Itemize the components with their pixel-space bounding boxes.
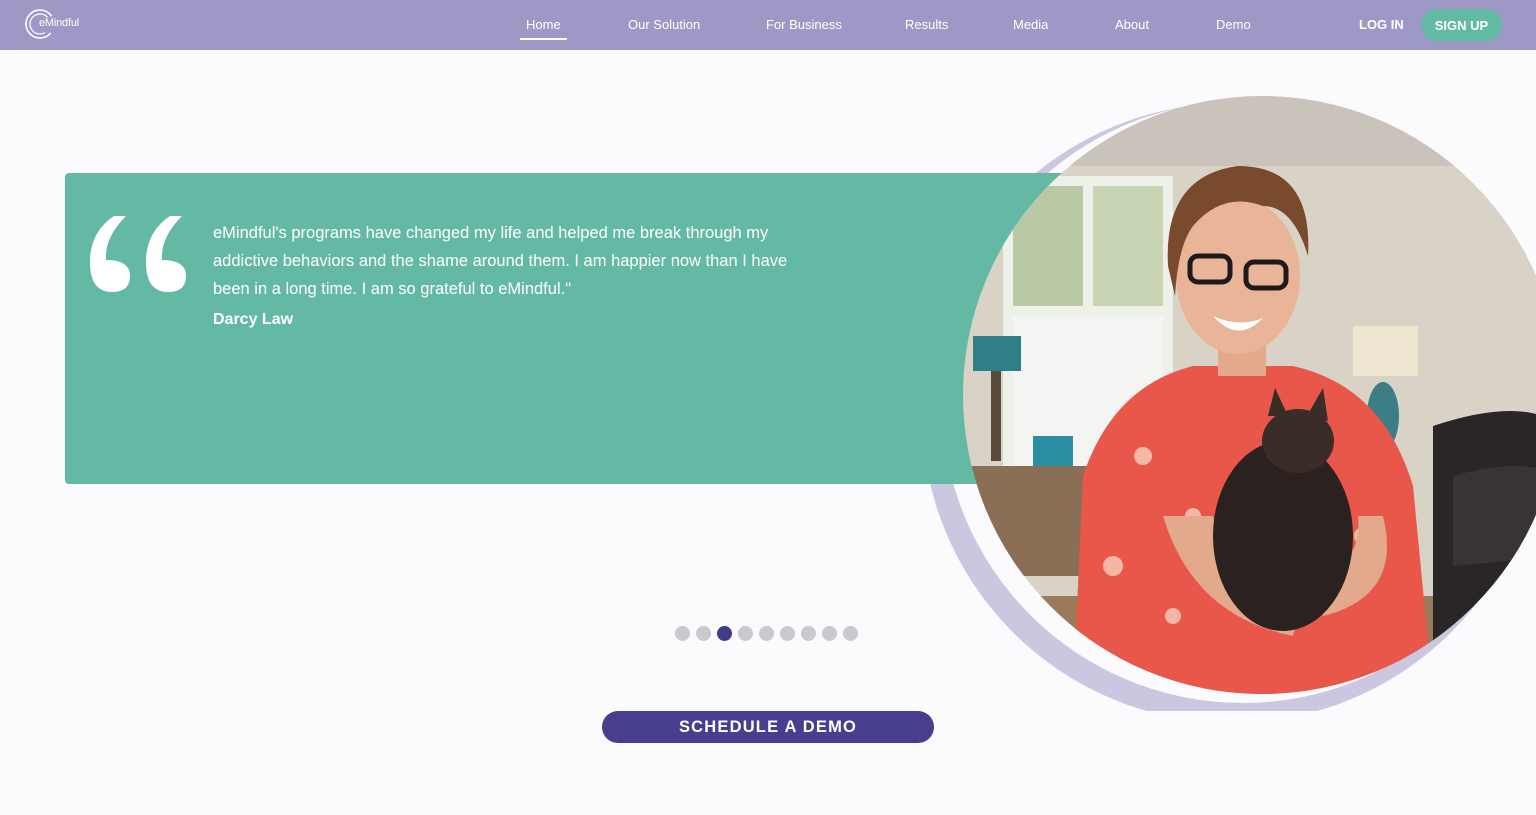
photo-illustration [963, 96, 1536, 694]
signup-button[interactable]: SIGN UP [1421, 9, 1502, 41]
testimonial-author: Darcy Law [213, 311, 294, 328]
carousel-dot[interactable] [738, 626, 753, 641]
carousel-dot[interactable] [696, 626, 711, 641]
nav-active-underline [520, 38, 567, 40]
carousel-dot[interactable] [780, 626, 795, 641]
nav-our-solution[interactable]: Our Solution [628, 17, 700, 32]
carousel-dot[interactable] [843, 626, 858, 641]
testimonial-text: eMindful's programs have changed my life… [213, 224, 788, 298]
login-button[interactable]: LOG IN [1359, 17, 1404, 32]
nav-home[interactable]: Home [526, 17, 561, 32]
carousel-dot[interactable] [822, 626, 837, 641]
carousel-dot-active[interactable] [717, 626, 732, 641]
nav-results[interactable]: Results [905, 17, 948, 32]
schedule-demo-button[interactable]: SCHEDULE A DEMO [602, 711, 934, 743]
carousel-dots [675, 626, 858, 641]
carousel-dot[interactable] [759, 626, 774, 641]
nav-for-business[interactable]: For Business [766, 17, 842, 32]
emindful-logo[interactable]: eMindful [24, 8, 79, 40]
testimonial-photo [963, 96, 1536, 694]
photo-bottom-mask [900, 711, 1536, 815]
top-navbar: eMindful Home Our Solution For Business … [0, 0, 1536, 50]
nav-demo[interactable]: Demo [1216, 17, 1251, 32]
logo-text: eMindful [39, 17, 79, 29]
nav-about[interactable]: About [1115, 17, 1149, 32]
quote-icon [90, 216, 186, 292]
carousel-dot[interactable] [675, 626, 690, 641]
nav-media[interactable]: Media [1013, 17, 1048, 32]
carousel-dot[interactable] [801, 626, 816, 641]
